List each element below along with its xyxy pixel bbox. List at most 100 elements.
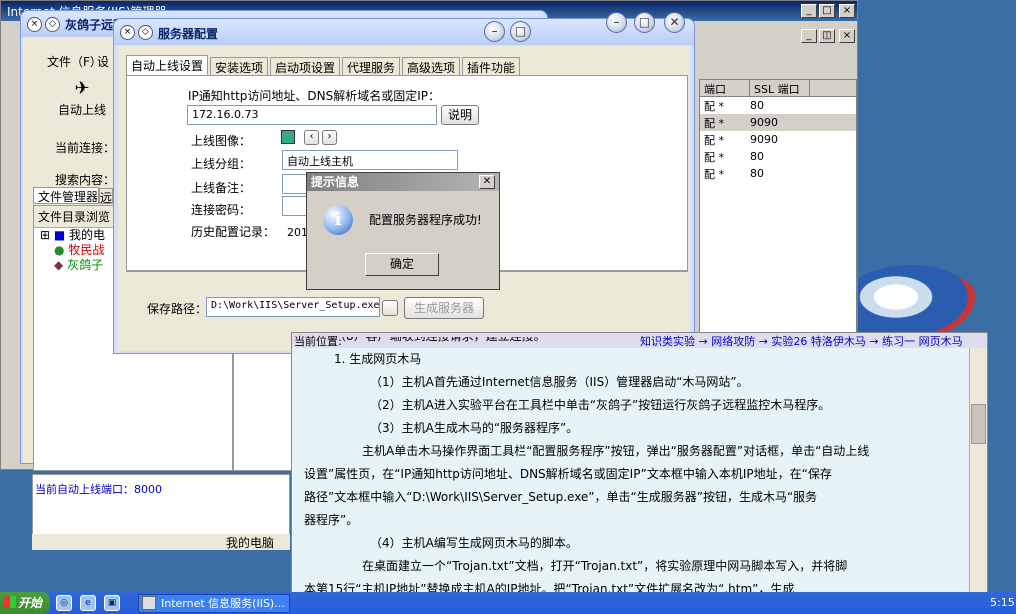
doc-line: 器程序”。 [304, 513, 359, 527]
image-label: 上线图像： [191, 134, 252, 148]
chevron-left-icon: ‹ [309, 131, 314, 142]
tab-auto-online[interactable]: 自动上线设置 [126, 55, 209, 75]
doc-line: 主机A单击木马操作界面工具栏“配置服务程序”按钮，弹出“服务器配置”对话框，单击… [362, 444, 870, 458]
table-row[interactable]: 配 * 80 [700, 97, 856, 114]
quicklaunch-icon[interactable]: ◎ [56, 595, 72, 611]
chevron-right-icon: › [327, 131, 332, 142]
explain-button[interactable]: 说明 [441, 105, 479, 125]
taskbar: 开始 ◎ e ▣ Internet 信息服务(IIS)... 5:15 [0, 592, 1016, 614]
child-close-button[interactable]: × [839, 29, 855, 43]
next-image-button[interactable]: › [322, 130, 337, 145]
status-bar: 我的电脑 [32, 534, 290, 550]
tab-startup[interactable]: 启动项设置 [270, 57, 341, 75]
config-tabs: 自动上线设置 安装选项 启动项设置 代理服务 高级选项 插件功能 [126, 55, 526, 77]
column-header-ssl-port[interactable]: SSL 端口 [750, 80, 810, 96]
auto-online-button[interactable]: ✈ 自动上线 [57, 77, 107, 127]
child-minimize-button[interactable]: _ [801, 29, 817, 43]
pigeon-icon: ◆ [54, 258, 64, 272]
config-title: 服务器配置 [158, 27, 219, 41]
menu-settings[interactable]: 设 [97, 53, 109, 70]
config-maximize-button[interactable]: □ [510, 21, 531, 42]
minimize-button[interactable]: _ [801, 4, 817, 18]
child-restore-button[interactable]: ◫ [819, 29, 835, 43]
generate-server-button[interactable]: 生成服务器 [404, 297, 484, 319]
windows-logo-icon [4, 596, 16, 608]
doc-scrollbar[interactable] [969, 348, 987, 614]
doc-line: （2）主机A进入实验平台在工具栏中单击“灰鸽子”按钮运行灰鸽子远程监控木马程序。 [370, 398, 831, 412]
port-cell: 9090 [750, 133, 778, 146]
site-cell: 配 * [704, 133, 724, 147]
tree-item-huigezi[interactable]: ◆ 灰鸽子 [40, 258, 105, 273]
history-label: 历史配置记录： [191, 225, 276, 239]
system-menu-icon[interactable]: × [27, 17, 42, 32]
prev-image-button[interactable]: ‹ [304, 130, 319, 145]
close-button[interactable]: × [839, 4, 855, 18]
taskbar-iis-button[interactable]: Internet 信息服务(IIS)... [138, 594, 290, 613]
message-text: 配置服务器程序成功! [369, 213, 482, 227]
column-header-port[interactable]: 端口 [700, 80, 750, 96]
file-browse-header: 文件目录浏览 [34, 206, 114, 228]
message-close-button[interactable]: ✕ [479, 175, 495, 189]
config-minimize-button[interactable]: – [484, 21, 505, 42]
message-box[interactable]: 提示信息 ✕ i 配置服务器程序成功! 确定 [306, 172, 500, 290]
file-tree[interactable]: ⊞ ■ 我的电 ● 牧民战 ◆ 灰鸽子 [40, 228, 105, 273]
save-path-input[interactable]: D:\Work\IIS\Server_Setup.exe [206, 297, 380, 317]
system-menu-icon[interactable]: × [120, 25, 135, 40]
doc-line: （8）客户端收到连接请求，建立连接。 [334, 337, 546, 348]
gz-maximize-button[interactable]: □ [634, 12, 655, 33]
group-input[interactable]: 自动上线主机 [282, 150, 458, 170]
globe-icon: ● [54, 243, 65, 257]
search-content-label: 搜索内容： [55, 173, 116, 187]
gz-minimize-button[interactable]: – [606, 12, 627, 33]
doc-line: 1. 生成网页木马 [334, 352, 422, 366]
info-icon: i [323, 205, 353, 235]
list-header: 端口 SSL 端口 [700, 80, 856, 97]
menu-file[interactable]: 文件（F） [47, 53, 102, 70]
tab-remote[interactable]: 远 [99, 188, 113, 205]
site-cell: 配 * [704, 116, 724, 130]
gz-close-button[interactable]: ✕ [664, 12, 685, 33]
group-label: 上线分组： [191, 157, 252, 171]
site-cell: 配 * [704, 99, 724, 113]
doc-line: 设置”属性页，在“IP通知http访问地址、DNS解析域名或固定IP”文本框中输… [304, 467, 832, 481]
current-connection-label: 当前连接： [55, 141, 116, 155]
start-button[interactable]: 开始 [0, 592, 50, 614]
maximize-button[interactable]: □ [819, 4, 835, 18]
doc-line: （4）主机A编写生成网页木马的脚本。 [370, 536, 578, 550]
table-row[interactable]: 配 * 9090 [700, 114, 856, 131]
browse-button[interactable] [382, 300, 398, 316]
auto-port-status: 当前自动上线端口：8000 [35, 483, 162, 496]
doc-line: 路径”文本框中输入“D:\Work\IIS\Server_Setup.exe”，… [304, 490, 818, 504]
tab-plugins[interactable]: 插件功能 [462, 57, 521, 75]
ok-button[interactable]: 确定 [365, 253, 439, 276]
tree-item-herdsman[interactable]: ● 牧民战 [40, 243, 105, 258]
rollup-icon[interactable]: ◇ [138, 25, 153, 40]
scroll-thumb[interactable] [971, 404, 986, 444]
doc-line: （1）主机A首先通过Internet信息服务（IIS）管理器启动“木马网站”。 [370, 375, 749, 389]
table-row[interactable]: 配 * 80 [700, 165, 856, 182]
auto-online-label: 自动上线 [57, 103, 106, 117]
tree-item-my-computer[interactable]: ⊞ ■ 我的电 [40, 228, 105, 243]
ip-input[interactable]: 172.16.0.73 [187, 105, 437, 125]
port-cell: 9090 [750, 116, 778, 129]
rollup-icon[interactable]: ◇ [45, 17, 60, 32]
doc-line: 在桌面建立一个“Trojan.txt”文档，打开“Trojan.txt”，将实验… [362, 559, 848, 573]
site-cell: 配 * [704, 167, 724, 181]
tab-file-manager[interactable]: 文件管理器 [33, 187, 99, 204]
auto-online-icon: ✈ [74, 78, 90, 99]
tab-advanced[interactable]: 高级选项 [402, 57, 461, 75]
monitor-icon [281, 130, 295, 144]
save-path-label: 保存路径： [147, 302, 208, 316]
lab-instructions-panel: 当前位置: 知识类实验 → 网络攻防 → 实验26 特洛伊木马 → 练习一 网页… [291, 332, 988, 614]
history-select[interactable]: 201 [287, 226, 308, 239]
explorer-icon[interactable]: ▣ [104, 595, 120, 611]
port-cell: 80 [750, 167, 764, 180]
tab-install[interactable]: 安装选项 [210, 57, 269, 75]
tab-proxy[interactable]: 代理服务 [342, 57, 401, 75]
table-row[interactable]: 配 * 80 [700, 148, 856, 165]
site-cell: 配 * [704, 150, 724, 164]
ie-icon[interactable]: e [80, 595, 96, 611]
doc-line: （3）主机A生成木马的“服务器程序”。 [370, 421, 579, 435]
clock: 5:15 [990, 596, 1015, 609]
table-row[interactable]: 配 * 9090 [700, 131, 856, 148]
